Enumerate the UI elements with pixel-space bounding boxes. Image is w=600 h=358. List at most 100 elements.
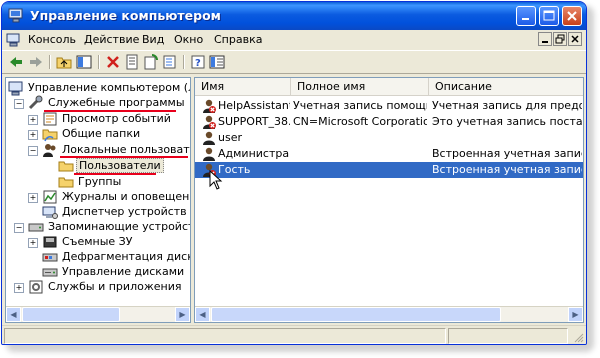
back-arrow-icon[interactable] <box>8 54 24 70</box>
close-button[interactable] <box>562 6 582 26</box>
disk-management-icon <box>42 268 58 277</box>
mdi-close-button[interactable] <box>568 32 582 46</box>
view-icon[interactable] <box>209 54 225 70</box>
tree-label: Служебные программы <box>48 96 185 109</box>
collapse-icon[interactable]: − <box>14 223 24 233</box>
expand-icon[interactable]: + <box>14 283 24 293</box>
tree-label: Журналы и оповещения пр <box>62 190 190 203</box>
column-header-name[interactable]: Имя <box>195 78 291 95</box>
properties-icon[interactable] <box>124 54 140 70</box>
toolbar-separator <box>49 55 51 69</box>
computer-management-icon <box>8 81 23 96</box>
scroll-right-icon[interactable]: ▶ <box>568 307 583 322</box>
device-manager-icon <box>42 206 58 219</box>
main-content: Управление компьютером (локаль − Служебн… <box>5 77 584 323</box>
tree-label: Управление компьютером (локаль <box>28 81 190 94</box>
table-row-selected[interactable]: Гость Встроенная учетная запись для <box>195 162 583 178</box>
resize-grip-icon[interactable] <box>572 331 584 343</box>
user-icon <box>203 147 215 161</box>
table-row[interactable]: user <box>195 130 583 146</box>
users-list: Имя Полное имя Описание HelpAssistant Уч… <box>194 77 584 323</box>
tree-label: Дефрагментация диска <box>62 250 191 263</box>
status-pane <box>448 328 568 344</box>
tree-label: Управление дисками <box>62 265 185 278</box>
cell-name: SUPPORT_38... <box>218 115 290 128</box>
close-icon <box>567 11 577 21</box>
title-bar[interactable]: Управление компьютером <box>2 2 586 30</box>
svg-text:?: ? <box>195 58 201 69</box>
scroll-left-icon[interactable]: ◀ <box>195 307 210 322</box>
maximize-button[interactable] <box>539 6 559 26</box>
expand-icon[interactable]: + <box>28 130 38 140</box>
menu-window[interactable]: Окно <box>174 33 203 46</box>
cell-fullname: Учетная запись помощн... <box>293 99 427 112</box>
minimize-icon <box>542 41 548 43</box>
scroll-thumb[interactable] <box>22 307 120 322</box>
table-row[interactable]: HelpAssistant Учетная запись помощн... У… <box>195 98 583 114</box>
cell-name: Администра... <box>218 147 290 160</box>
cell-description: Встроенная учетная запись для <box>432 163 582 176</box>
help-icon[interactable]: ? <box>190 54 206 70</box>
mouse-cursor-icon <box>209 170 223 190</box>
scroll-right-icon[interactable]: ▶ <box>175 307 190 322</box>
console-window-icon[interactable] <box>6 33 22 47</box>
mdi-minimize-button[interactable] <box>538 32 552 46</box>
menu-help[interactable]: Справка <box>214 33 262 46</box>
expand-icon[interactable]: + <box>28 238 38 248</box>
tree-label: Диспетчер устройств <box>62 205 187 218</box>
user-icon <box>203 131 215 145</box>
menu-console[interactable]: Консоль <box>28 33 76 46</box>
expand-icon[interactable]: + <box>28 115 38 125</box>
window-title: Управление компьютером <box>30 8 221 23</box>
up-folder-icon[interactable] <box>56 54 72 70</box>
tools-icon <box>28 95 43 110</box>
storage-icon <box>28 223 44 232</box>
column-header-description[interactable]: Описание <box>429 78 583 95</box>
cell-fullname: CN=Microsoft Corporation... <box>293 115 427 128</box>
show-hide-tree-icon[interactable] <box>76 54 92 70</box>
cell-description: Это учетная запись поставщика <box>432 115 582 128</box>
export-list-icon[interactable] <box>162 54 178 70</box>
console-tree: Управление компьютером (локаль − Служебн… <box>5 77 191 323</box>
services-icon <box>29 280 43 294</box>
restore-icon <box>555 34 565 44</box>
menu-action[interactable]: Действие <box>84 33 139 46</box>
cell-description: Учетная запись для предоставле <box>432 99 582 112</box>
folder-icon <box>58 161 74 172</box>
cell-description: Встроенная учетная запись адми <box>432 147 582 160</box>
folder-icon <box>58 177 74 188</box>
cell-name: Гость <box>218 163 251 176</box>
shared-folder-icon <box>42 129 58 142</box>
status-pane <box>4 328 446 344</box>
tree-label: Общие папки <box>62 127 141 140</box>
cell-name: user <box>218 131 242 144</box>
scroll-thumb[interactable] <box>211 307 501 322</box>
minimize-button[interactable] <box>516 6 536 26</box>
status-bar <box>2 325 586 344</box>
forward-arrow-icon[interactable] <box>28 54 44 70</box>
disabled-user-icon <box>203 115 216 129</box>
list-header: Имя Полное имя Описание <box>195 78 583 96</box>
collapse-icon[interactable]: − <box>28 146 38 156</box>
table-row[interactable]: Администра... Встроенная учетная запись … <box>195 146 583 162</box>
refresh-icon[interactable] <box>143 54 159 70</box>
defrag-icon <box>42 253 58 262</box>
computer-management-window: Управление компьютером Консоль Действие … <box>1 1 587 345</box>
mdi-restore-button[interactable] <box>553 32 567 46</box>
toolbar: ? <box>2 50 586 74</box>
toolbar-separator <box>183 55 185 69</box>
table-row[interactable]: SUPPORT_38... CN=Microsoft Corporation..… <box>195 114 583 130</box>
disabled-user-icon <box>203 99 216 113</box>
scroll-left-icon[interactable]: ◀ <box>6 307 21 322</box>
list-horizontal-scrollbar[interactable]: ◀ ▶ <box>195 306 583 322</box>
menu-view[interactable]: Вид <box>142 33 164 46</box>
tree-horizontal-scrollbar[interactable]: ◀ ▶ <box>6 306 190 322</box>
removable-storage-icon <box>43 236 57 248</box>
close-icon <box>571 35 579 43</box>
tree-label: Запоминающие устройства <box>48 220 190 233</box>
delete-icon[interactable] <box>105 54 121 70</box>
collapse-icon[interactable]: − <box>14 99 24 109</box>
column-header-fullname[interactable]: Полное имя <box>291 78 429 95</box>
expand-icon[interactable]: + <box>28 193 38 203</box>
tree-label: Просмотр событий <box>62 112 171 125</box>
